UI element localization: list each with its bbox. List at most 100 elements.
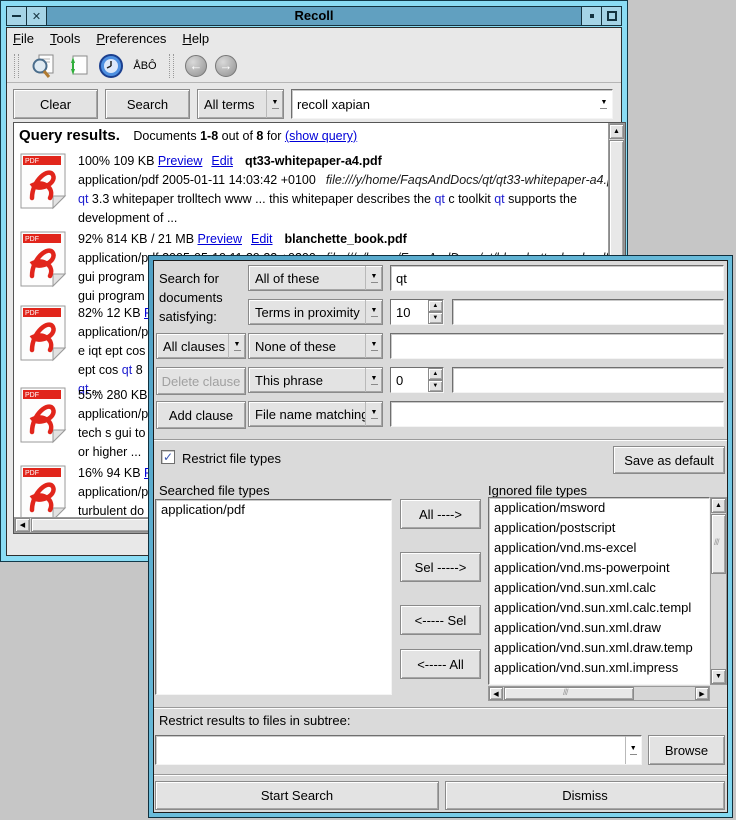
doc-history-icon[interactable] [97, 53, 125, 79]
query-combo[interactable]: ▼ [291, 89, 613, 119]
window-menu-button[interactable] [7, 7, 27, 25]
list-item[interactable]: application/pdf [156, 500, 391, 520]
clause-input-3[interactable] [391, 334, 723, 358]
preview-link[interactable]: Preview [198, 232, 242, 246]
list-item[interactable]: application/vnd.sun.xml.calc.templ [489, 598, 709, 618]
subtree-input[interactable] [156, 736, 625, 764]
scroll-left-icon[interactable]: ◀ [489, 687, 503, 700]
ignored-types-list[interactable]: application/mswordapplication/postscript… [488, 497, 710, 685]
edit-link[interactable]: Edit [251, 232, 273, 246]
edit-link[interactable]: Edit [211, 154, 233, 168]
ignored-vscrollbar[interactable]: ▲ /// ▼ [710, 497, 727, 685]
pdf-file-icon[interactable]: PDF [19, 464, 67, 517]
clause-type-combo-2[interactable]: Terms in proximity ▼ [248, 299, 383, 325]
title-bar[interactable]: ✕ Recoll [6, 6, 622, 26]
clause-type-combo-3[interactable]: None of these ▼ [248, 333, 383, 359]
ignored-hscrollbar[interactable]: ◀ /// ▶ [488, 686, 710, 701]
ignored-types-panel: application/mswordapplication/postscript… [488, 497, 727, 701]
clause-input-5[interactable] [391, 402, 723, 426]
forward-icon[interactable]: → [215, 55, 237, 77]
scroll-left-icon[interactable]: ◀ [15, 518, 30, 532]
sort-params-icon[interactable] [63, 53, 91, 79]
iconify-button[interactable] [581, 7, 601, 25]
clause-entry-1[interactable] [390, 265, 724, 291]
list-item[interactable]: application/vnd.sun.xml.calc [489, 578, 709, 598]
spin-up-icon[interactable]: ▲ [428, 300, 443, 312]
dash-icon [12, 15, 21, 17]
save-as-default-button[interactable]: Save as default [613, 446, 725, 474]
result-filename: qt33-whitepaper-a4.pdf [245, 154, 382, 168]
maximize-button[interactable] [601, 7, 621, 25]
scroll-down-icon[interactable]: ▼ [711, 669, 726, 684]
pdf-file-icon[interactable]: PDF [19, 230, 67, 306]
clause-entry-4[interactable] [452, 367, 724, 393]
search-button[interactable]: Search [105, 89, 190, 119]
scrollbar-thumb[interactable]: /// [504, 687, 634, 700]
move-all-right-button[interactable]: All ----> [400, 499, 481, 529]
menu-file[interactable]: File [13, 31, 34, 46]
term-explorer-icon[interactable]: ÅBÔ [131, 53, 159, 79]
spin-up-icon[interactable]: ▲ [428, 368, 443, 380]
list-item[interactable]: application/msword [489, 498, 709, 518]
show-query-link[interactable]: (show query) [285, 129, 357, 143]
search-bar: Clear Search All terms ▼ ▼ [7, 84, 621, 122]
clause-type-combo-1[interactable]: All of these ▼ [248, 265, 383, 291]
toolbar-grip-2[interactable] [169, 54, 174, 78]
svg-text:PDF: PDF [25, 392, 39, 399]
clause-type-combo-4[interactable]: This phrase ▼ [248, 367, 383, 393]
browse-button[interactable]: Browse [648, 735, 725, 765]
phrase-slack-spinner[interactable]: 0 ▲ ▼ [390, 367, 444, 393]
pdf-file-icon[interactable]: PDF [19, 152, 67, 228]
scroll-up-icon[interactable]: ▲ [609, 124, 624, 139]
advanced-search-icon[interactable] [29, 53, 57, 79]
spin-down-icon[interactable]: ▼ [428, 380, 443, 392]
clear-button[interactable]: Clear [13, 89, 98, 119]
list-item[interactable]: application/vnd.sun.xml.impress [489, 658, 709, 678]
grip-icon: /// [563, 687, 568, 697]
list-item[interactable]: application/vnd.ms-excel [489, 538, 709, 558]
preview-link[interactable]: Preview [158, 154, 202, 168]
menu-help[interactable]: Help [182, 31, 209, 46]
list-item[interactable]: application/vnd.sun.xml.draw [489, 618, 709, 638]
toolbar-grip[interactable] [14, 54, 19, 78]
conjunct-combo[interactable]: All clauses ▼ [156, 333, 246, 359]
chevron-down-icon[interactable]: ▼ [596, 90, 612, 118]
result-snippet: qt 3.3 whitepaper trolltech www ... this… [78, 190, 608, 209]
menu-tools[interactable]: Tools [50, 31, 80, 46]
list-item[interactable]: application/vnd.sun.xml.draw.temp [489, 638, 709, 658]
clause-entry-2[interactable] [452, 299, 724, 325]
delete-clause-button[interactable]: Delete clause [156, 367, 246, 395]
result-snippet: development of ... [78, 209, 608, 228]
pdf-file-icon[interactable]: PDF [19, 304, 67, 399]
proximity-slack-spinner[interactable]: 10 ▲ ▼ [390, 299, 444, 325]
chevron-down-icon[interactable]: ▼ [625, 736, 641, 764]
dismiss-button[interactable]: Dismiss [445, 781, 725, 810]
close-button[interactable]: ✕ [27, 7, 47, 25]
searched-types-list[interactable]: application/pdf [155, 499, 392, 695]
menu-preferences[interactable]: Preferences [96, 31, 166, 46]
clause-input-1[interactable] [391, 266, 723, 290]
list-item[interactable]: application/postscript [489, 518, 709, 538]
list-item[interactable]: application/vnd.ms-powerpoint [489, 558, 709, 578]
pdf-file-icon[interactable]: PDF [19, 386, 67, 462]
query-input[interactable] [292, 90, 596, 118]
scroll-up-icon[interactable]: ▲ [711, 498, 726, 513]
clause-input-4[interactable] [453, 368, 723, 392]
clause-type-combo-5[interactable]: File name matching ▼ [248, 401, 383, 427]
spin-down-icon[interactable]: ▼ [428, 312, 443, 324]
back-icon[interactable]: ← [185, 55, 207, 77]
add-clause-button[interactable]: Add clause [156, 401, 246, 429]
move-all-left-button[interactable]: <----- All [400, 649, 481, 679]
move-sel-left-button[interactable]: <----- Sel [400, 605, 481, 635]
move-sel-right-button[interactable]: Sel -----> [400, 552, 481, 582]
start-search-button[interactable]: Start Search [155, 781, 439, 810]
scroll-right-icon[interactable]: ▶ [695, 687, 709, 700]
restrict-filetypes-label[interactable]: Restrict file types [182, 451, 281, 466]
clause-input-2[interactable] [453, 300, 723, 324]
subtree-combo[interactable]: ▼ [155, 735, 642, 765]
restrict-filetypes-checkbox[interactable]: ✓ [161, 450, 175, 464]
clause-entry-5[interactable] [390, 401, 724, 427]
clause-entry-3[interactable] [390, 333, 724, 359]
search-mode-combo[interactable]: All terms ▼ [197, 89, 284, 119]
scrollbar-thumb[interactable]: /// [711, 514, 726, 574]
